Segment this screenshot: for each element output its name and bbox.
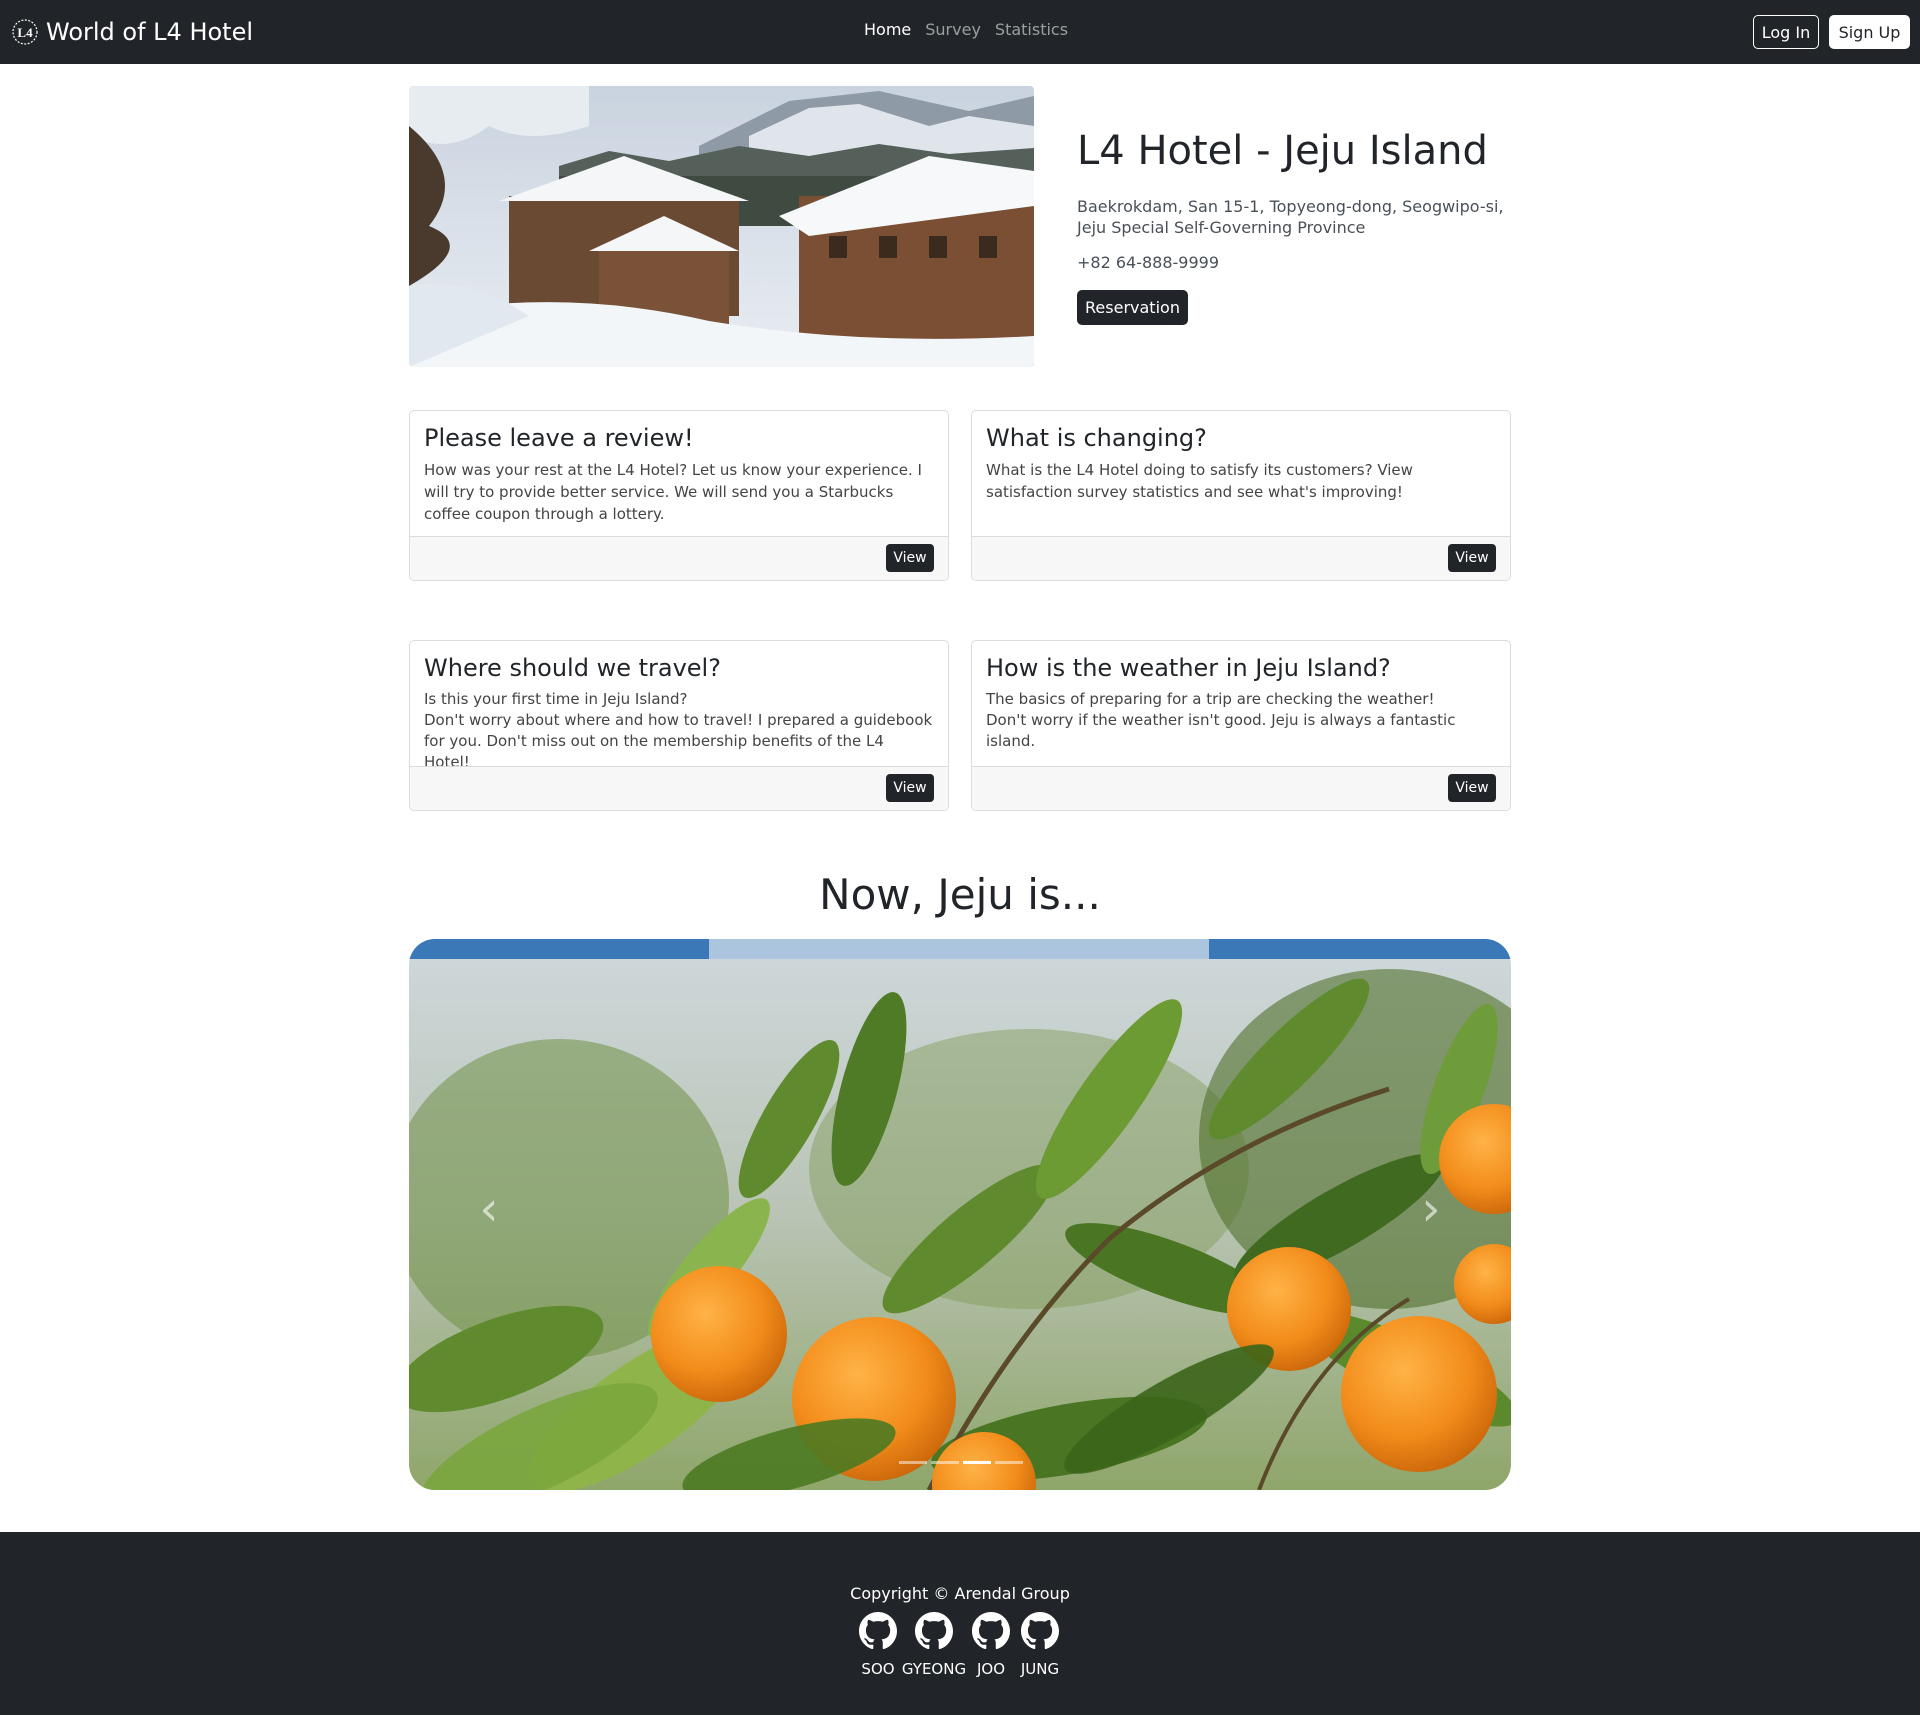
carousel-slide-image [409, 939, 1511, 1490]
section-title: Now, Jeju is... [819, 870, 1101, 919]
card-text: What is the L4 Hotel doing to satisfy it… [986, 461, 1413, 501]
svg-text:L4: L4 [17, 25, 33, 40]
hotel-phone: +82 64-888-9999 [1077, 253, 1220, 272]
card-text: Is this your first time in Jeju Island? … [424, 690, 933, 771]
card-footer: View [972, 536, 1510, 580]
carousel-next-button[interactable]: › [1401, 1179, 1461, 1239]
carousel-indicator[interactable] [995, 1461, 1023, 1464]
hotel-title: L4 Hotel - Jeju Island [1077, 128, 1488, 174]
member-link-gyeong[interactable]: GYEONG [900, 1602, 968, 1678]
card-title: What is changing? [986, 424, 1207, 452]
github-icon [859, 1612, 897, 1650]
member-link-jung[interactable]: JUNG [1014, 1602, 1066, 1678]
image-carousel[interactable]: ‹ › [409, 939, 1511, 1490]
view-weather-button[interactable]: View [1448, 774, 1496, 802]
carousel-prev-button[interactable]: ‹ [459, 1179, 519, 1239]
brand-name: World of L4 Hotel [46, 18, 254, 46]
github-icon [915, 1612, 953, 1650]
chevron-right-icon: › [1421, 1181, 1441, 1237]
review-card: Please leave a review! How was your rest… [409, 410, 949, 581]
member-name: JUNG [1020, 1660, 1060, 1678]
carousel-indicator[interactable] [931, 1461, 959, 1464]
member-name: GYEONG [901, 1660, 967, 1678]
chevron-left-icon: ‹ [479, 1181, 499, 1237]
member-name: JOO [976, 1660, 1006, 1678]
reservation-button[interactable]: Reservation [1077, 290, 1188, 325]
card-title: How is the weather in Jeju Island? [986, 654, 1391, 682]
weather-card: How is the weather in Jeju Island? The b… [971, 640, 1511, 811]
member-name: SOO [861, 1660, 895, 1678]
member-link-joo[interactable]: JOO [968, 1602, 1014, 1678]
login-button[interactable]: Log In [1753, 15, 1819, 49]
member-link-soo[interactable]: SOO [856, 1602, 900, 1678]
card-footer: View [972, 766, 1510, 810]
nav-link-survey[interactable]: Survey [925, 20, 981, 39]
card-text: How was your rest at the L4 Hotel? Let u… [424, 461, 922, 523]
nav-link-statistics[interactable]: Statistics [995, 20, 1068, 39]
card-title: Where should we travel? [424, 654, 721, 682]
card-text: The basics of preparing for a trip are c… [986, 690, 1456, 750]
view-review-button[interactable]: View [886, 544, 934, 572]
team-members: SOO GYEONG JOO JUNG [856, 1602, 1066, 1678]
brand-link[interactable]: L4 World of L4 Hotel [11, 14, 253, 50]
card-footer: View [410, 766, 948, 810]
footer: Copyright © Arendal Group SOO GYEONG JOO… [0, 1532, 1920, 1715]
hero-image [409, 86, 1034, 367]
carousel-indicator[interactable] [963, 1461, 991, 1464]
hotel-address: Baekrokdam, San 15-1, Topyeong-dong, Seo… [1077, 197, 1504, 237]
view-travel-button[interactable]: View [886, 774, 934, 802]
carousel-indicator[interactable] [899, 1461, 927, 1464]
nav-links: Home Survey Statistics [864, 20, 1068, 39]
github-icon [972, 1612, 1010, 1650]
github-icon [1021, 1612, 1059, 1650]
card-footer: View [410, 536, 948, 580]
card-title: Please leave a review! [424, 424, 694, 452]
view-statistics-button[interactable]: View [1448, 544, 1496, 572]
hotel-logo-icon: L4 [12, 19, 38, 45]
travel-card: Where should we travel? Is this your fir… [409, 640, 949, 811]
copyright-text: Copyright © Arendal Group [850, 1584, 1070, 1603]
nav-link-home[interactable]: Home [864, 20, 911, 39]
carousel-indicators [899, 1461, 1023, 1464]
changes-card: What is changing? What is the L4 Hotel d… [971, 410, 1511, 581]
signup-button[interactable]: Sign Up [1829, 15, 1910, 49]
navbar: L4 World of L4 Hotel Home Survey Statist… [0, 0, 1920, 64]
